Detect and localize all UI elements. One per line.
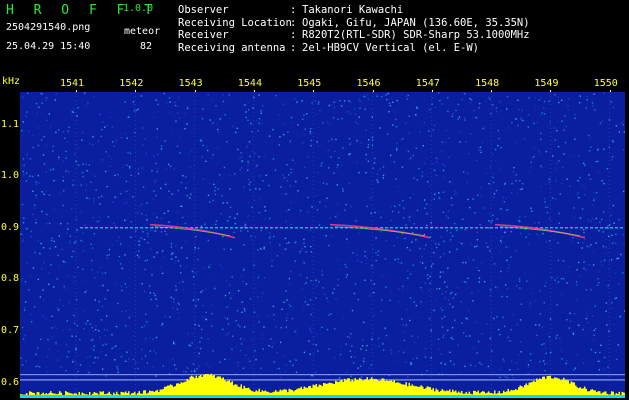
frequency-tick-label: 1.1 <box>1 118 20 130</box>
info-label: Receiving antenna <box>178 41 286 54</box>
frequency-tick-label: 0.8 <box>1 273 20 285</box>
info-row-location: Receiving Location: Ogaki, Gifu, JAPAN (1… <box>178 16 530 29</box>
waterfall-spectrogram <box>20 92 625 398</box>
time-tick-label: 1543 <box>178 78 203 89</box>
info-value: R820T2(RTL-SDR) SDR-Sharp 53.1000MHz <box>302 29 530 42</box>
info-value: Takanori Kawachi <box>302 4 404 16</box>
info-value: Ogaki, Gifu, JAPAN (136.60E, 35.35N) <box>302 16 530 29</box>
waterfall-background <box>20 92 625 398</box>
time-tick-label: 1541 <box>60 78 85 89</box>
meteor-count: 82 <box>140 41 153 52</box>
date-time: 25.04.29 15:40 <box>6 41 91 52</box>
time-axis: 1541 1542 1543 1544 1545 1546 1547 1548 1549 1550 <box>0 78 629 94</box>
app-version: 1.0.0 <box>123 3 154 14</box>
header-panel: H R O F F T 1.0.0 2504291540.png meteor … <box>0 0 629 60</box>
time-tick-label: 1550 <box>593 78 618 89</box>
time-tick-label: 1545 <box>297 78 322 89</box>
time-tick-label: 1546 <box>356 78 381 89</box>
station-info: Observer: Takanori Kawachi Receiving Loca… <box>178 4 530 54</box>
info-label: Receiving Location <box>178 16 292 29</box>
frequency-tick-label: 0.7 <box>1 324 20 336</box>
frequency-tick-label: 0.9 <box>1 221 20 233</box>
time-tick-label: 1542 <box>119 78 144 89</box>
mode-label: meteor <box>124 26 161 37</box>
time-tick-label: 1544 <box>237 78 262 89</box>
info-row-observer: Observer: Takanori Kawachi <box>178 4 404 16</box>
time-tick-label: 1547 <box>415 78 440 89</box>
frequency-tick-label: 1.0 <box>1 170 20 182</box>
info-label: Observer <box>178 4 229 16</box>
frequency-tick-label: 0.6 <box>1 376 20 388</box>
time-tick-label: 1549 <box>534 78 559 89</box>
time-tick-label: 1548 <box>475 78 500 89</box>
info-label: Receiver <box>178 29 229 42</box>
file-name: 2504291540.png <box>6 22 91 33</box>
info-value: 2el-HB9CV Vertical (el. E-W) <box>302 41 480 54</box>
level-baseline <box>20 395 625 398</box>
info-row-antenna: Receiving antenna:2el-HB9CV Vertical (el… <box>178 41 480 54</box>
info-row-receiver: Receiver: R820T2(RTL-SDR) SDR-Sharp 53.10… <box>178 29 530 42</box>
